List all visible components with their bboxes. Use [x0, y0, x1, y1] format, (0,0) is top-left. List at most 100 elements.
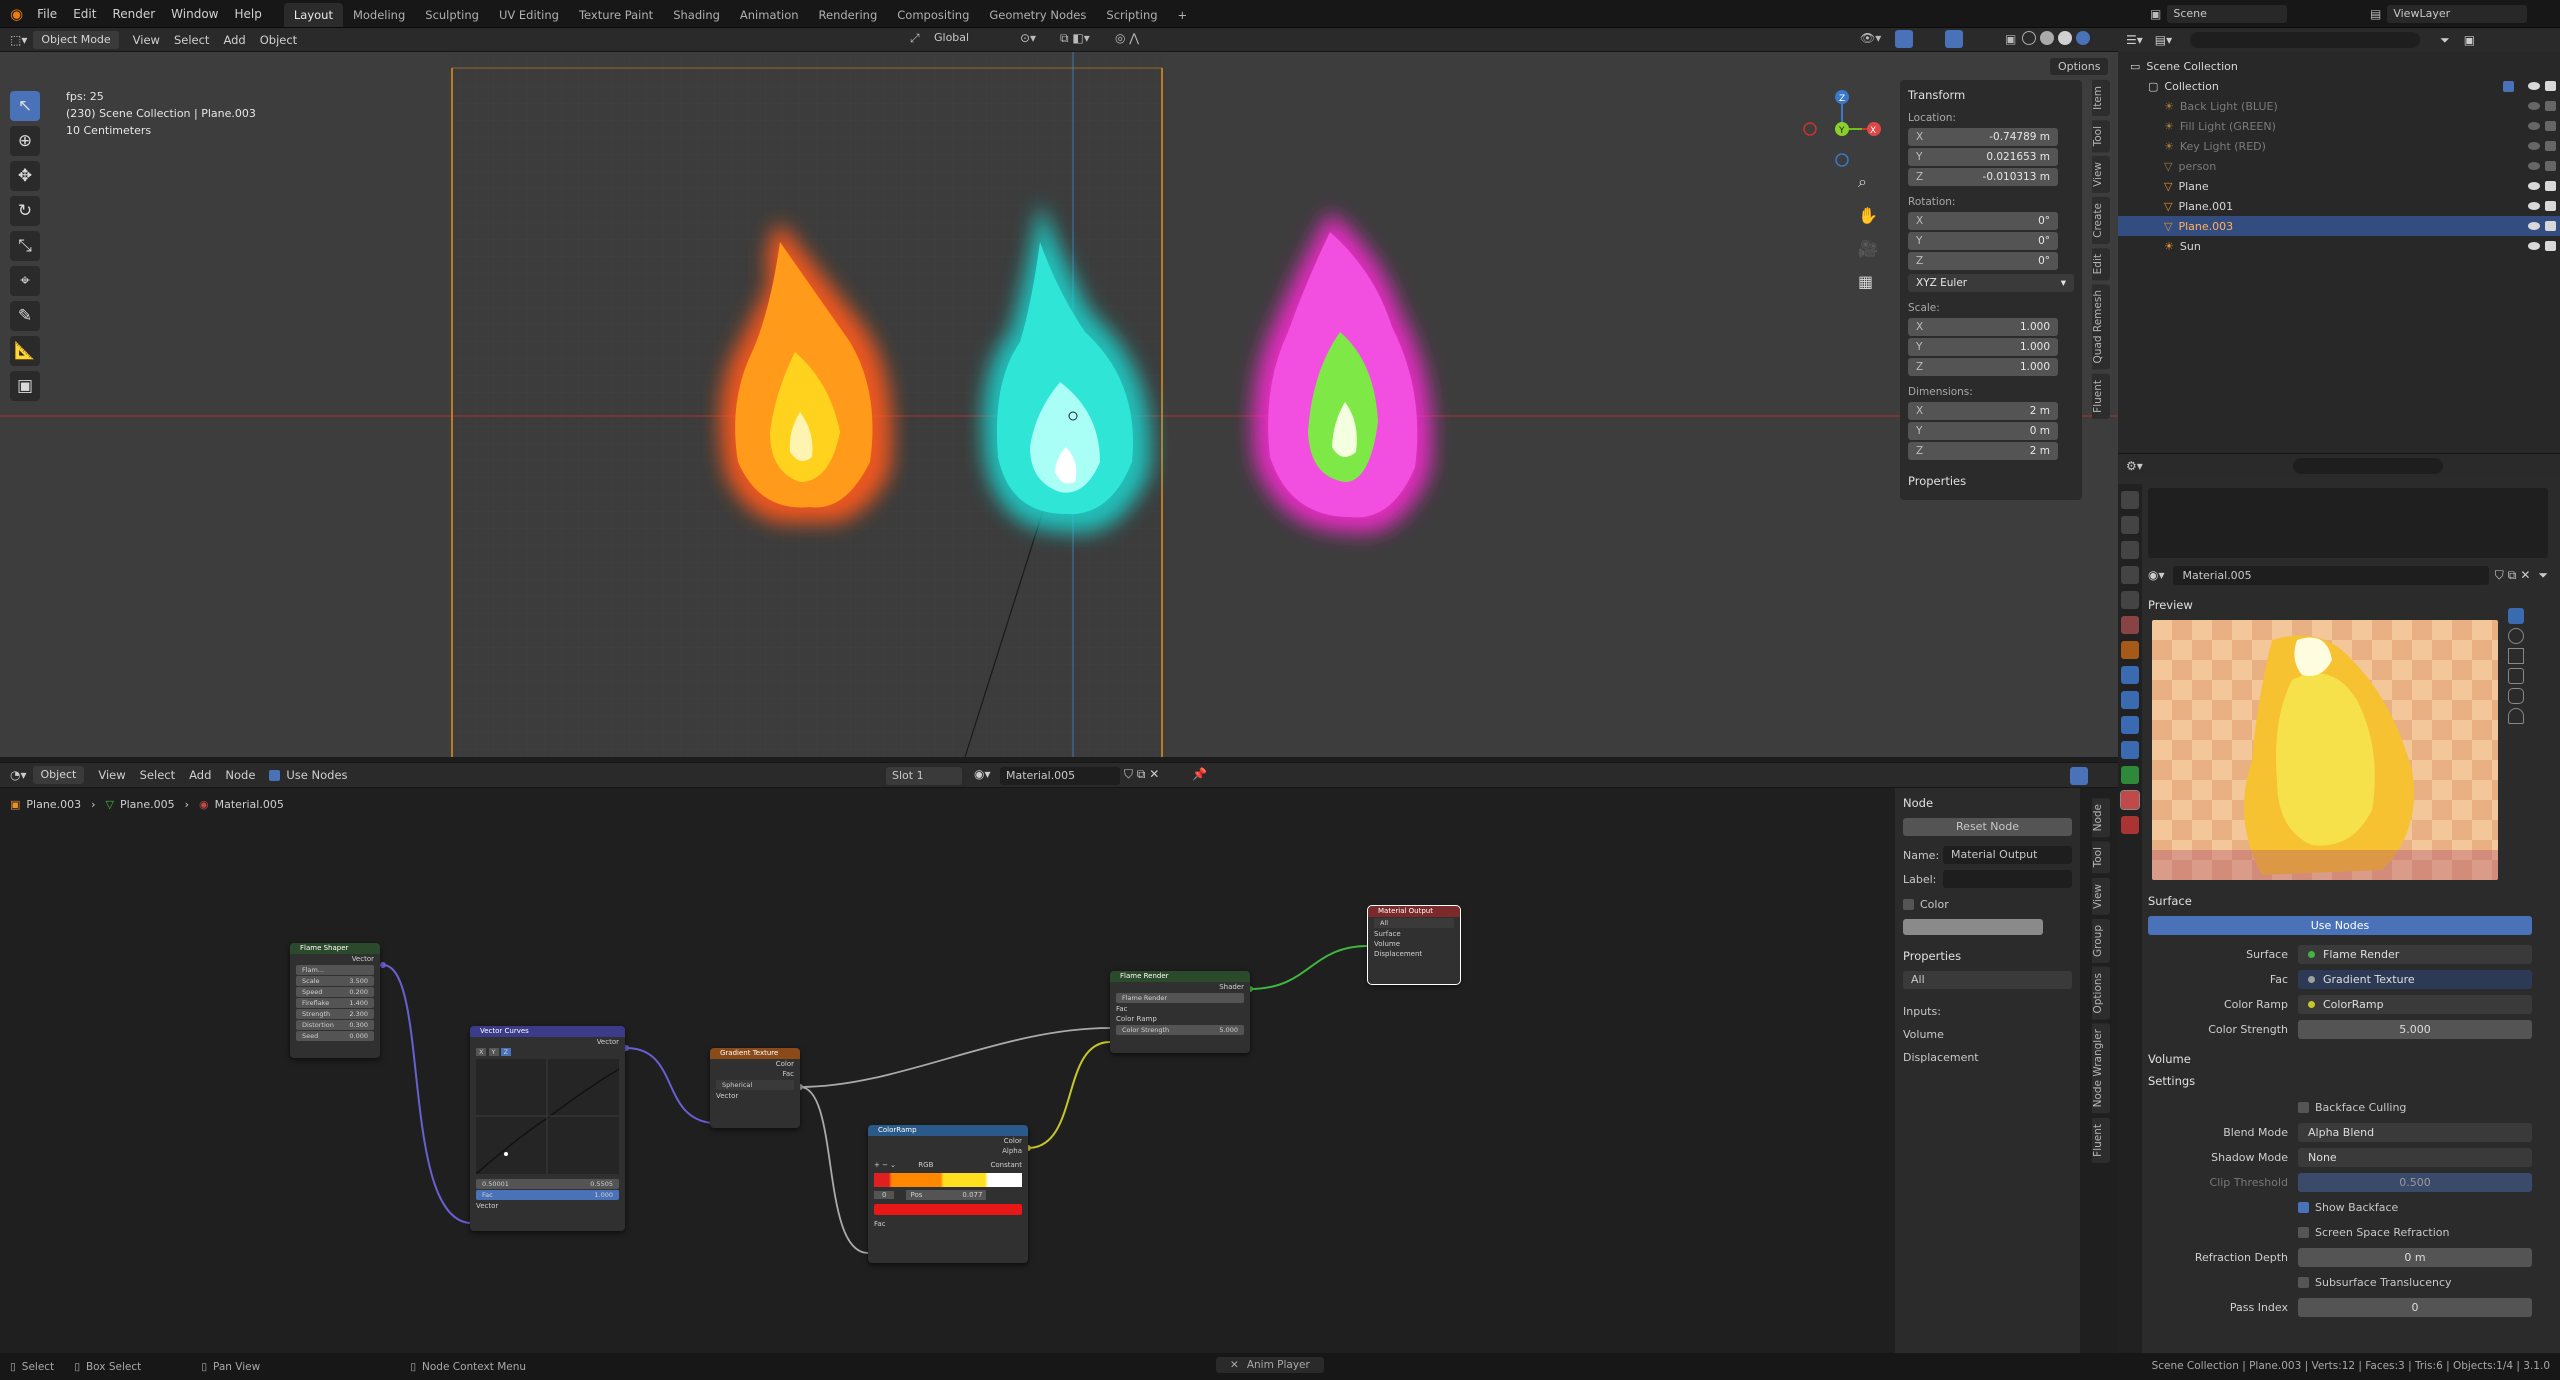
preview-cube-icon[interactable] [2508, 648, 2524, 664]
shadow-mode-dropdown[interactable]: None [2298, 1147, 2532, 1167]
object-props-icon[interactable] [2121, 641, 2139, 659]
scale-y[interactable]: Y 1.000 [1908, 338, 2058, 356]
transform-tool-icon[interactable]: ⌖ [10, 266, 40, 296]
flame-render-group-selector[interactable]: Flame Render [1116, 993, 1244, 1003]
shader-type-dropdown[interactable]: Object [32, 766, 85, 784]
node-tab-node-wrangler[interactable]: Node Wrangler [2092, 1023, 2110, 1114]
node-material-field[interactable]: Material.005 [1000, 767, 1120, 785]
blender-logo-icon[interactable]: ◉ [10, 5, 23, 23]
color-ramp-bar[interactable] [874, 1173, 1022, 1187]
rotation-x[interactable]: X 0° [1908, 212, 2058, 230]
node-tab-tool[interactable]: Tool [2092, 841, 2110, 874]
ssr-checkbox[interactable]: Screen Space Refraction [2298, 1226, 2450, 1239]
object-mode-dropdown[interactable]: Object Mode [33, 30, 119, 49]
menu-help[interactable]: Help [227, 0, 270, 28]
node-flame-shaper[interactable]: Flame Shaper Vector Flam... Scale 3.500 S… [290, 943, 380, 1058]
scale-z[interactable]: Z 1.000 [1908, 358, 2058, 376]
tab-geometry-nodes[interactable]: Geometry Nodes [979, 3, 1096, 27]
dimensions-y[interactable]: Y0 m [1908, 422, 2058, 440]
socket-vector-out[interactable]: Vector [470, 1037, 625, 1047]
node-panel-title[interactable]: Node [1903, 796, 2072, 810]
side-tab-quad-remesh[interactable]: Quad Remesh [2092, 284, 2110, 370]
socket-displacement-in[interactable]: Displacement [1368, 949, 1460, 959]
outliner-item-sun[interactable]: ☀ Sun [2118, 236, 2560, 256]
pivot-icon[interactable]: ⊙▾ [1020, 31, 1036, 45]
outliner-item-collection[interactable]: ▢ Collection [2118, 76, 2560, 96]
socket-vector-out[interactable]: Vector [290, 954, 380, 964]
camera-view-icon[interactable]: 🎥 [1858, 239, 1878, 258]
node-properties-title[interactable]: Properties [1903, 949, 2072, 963]
properties-editor-icon[interactable]: ⚙▾ [2126, 459, 2143, 473]
color-strength-slot[interactable]: Color Strength 5.000 [1116, 1025, 1244, 1035]
node-vector-curves[interactable]: Vector Curves Vector X Y Z 0.50001 0.5505… [470, 1026, 625, 1231]
tab-uv-editing[interactable]: UV Editing [489, 3, 569, 27]
node-editor-type-icon[interactable]: ◔▾ [10, 768, 27, 782]
node-editor[interactable]: ▣ Plane.003 › ▽ Plane.005 › ◉ Material.0… [0, 788, 2118, 1353]
outliner-item-plane[interactable]: ▽ Plane [2118, 176, 2560, 196]
color-ramp-link-field[interactable]: ColorRamp [2298, 994, 2532, 1014]
node-overlay-icon[interactable] [2070, 767, 2088, 785]
socket-alpha-out[interactable]: Alpha [868, 1146, 1028, 1156]
link-filter-icon[interactable]: ⏷ [2538, 568, 2548, 583]
select-tool-icon[interactable]: ↖ [10, 91, 40, 121]
tab-compositing[interactable]: Compositing [887, 3, 979, 27]
blend-mode-dropdown[interactable]: Alpha Blend [2298, 1122, 2532, 1142]
scene-name[interactable]: Scene [2167, 5, 2288, 23]
properties-search-input[interactable] [2292, 458, 2443, 474]
new-collection-icon[interactable]: ▣ [2464, 33, 2475, 47]
gradient-type-dropdown[interactable]: Spherical [716, 1080, 794, 1090]
anim-player-job[interactable]: ✕ Anim Player [1216, 1357, 1324, 1373]
socket-shader-out[interactable]: Shader [1110, 982, 1250, 992]
tab-scripting[interactable]: Scripting [1096, 3, 1167, 27]
location-y[interactable]: Y 0.021653 m [1908, 148, 2058, 166]
node-name-field[interactable]: Material Output [1943, 846, 2072, 864]
world-props-icon[interactable] [2121, 616, 2139, 634]
node-tab-view[interactable]: View [2092, 877, 2110, 915]
ortho-grid-icon[interactable]: ▦ [1858, 272, 1878, 291]
dimensions-x[interactable]: X2 m [1908, 402, 2058, 420]
cursor-tool-icon[interactable]: ⊕ [10, 126, 40, 156]
menu-file[interactable]: File [29, 0, 65, 28]
node-header-colorramp[interactable]: ColorRamp [868, 1125, 1028, 1136]
tab-sculpting[interactable]: Sculpting [415, 3, 489, 27]
outliner-item-key-light[interactable]: ☀ Key Light (RED) [2118, 136, 2560, 156]
backface-culling-checkbox[interactable]: Backface Culling [2298, 1101, 2406, 1114]
scale-x[interactable]: X 1.000 [1908, 318, 2058, 336]
snap-icon[interactable]: ⧉ ◧▾ [1060, 31, 1090, 46]
fac-link-field[interactable]: Gradient Texture [2298, 969, 2532, 989]
side-tab-fluent[interactable]: Fluent [2092, 373, 2110, 419]
node-material-actions-icon[interactable]: ⛉ ⧉ ✕ [1124, 767, 1159, 782]
curve-point-values[interactable]: 0.50001 0.5505 [476, 1179, 619, 1189]
param-fireflake[interactable]: Fireflake 1.400 [296, 998, 374, 1008]
clip-threshold-field[interactable]: 0.500 [2298, 1172, 2532, 1192]
refraction-depth-field[interactable]: 0 m [2298, 1247, 2532, 1267]
preview-panel-title[interactable]: Preview [2148, 598, 2548, 612]
options-dropdown[interactable]: Options [2050, 58, 2109, 75]
side-tab-tool[interactable]: Tool [2092, 119, 2110, 153]
outliner-search-input[interactable] [2190, 32, 2421, 48]
rotation-mode-dropdown[interactable]: XYZ Euler ▾ [1908, 274, 2074, 292]
view-layer-selector[interactable]: ▤ ViewLayer [2370, 5, 2528, 23]
view-layer-props-icon[interactable] [2121, 566, 2139, 584]
side-tab-item[interactable]: Item [2092, 80, 2110, 116]
data-props-icon[interactable] [2121, 766, 2139, 784]
color-strength-field[interactable]: 5.000 [2298, 1019, 2532, 1039]
curve-graph[interactable] [475, 1059, 620, 1175]
node-target-dropdown[interactable]: All [1903, 971, 2072, 989]
particles-props-icon[interactable] [2121, 691, 2139, 709]
socket-vector-in[interactable]: Vector [710, 1091, 800, 1101]
node-header-vector-curves[interactable]: Vector Curves [470, 1026, 625, 1037]
display-mode-icon[interactable]: ▤▾ [2155, 33, 2172, 47]
render-props-icon[interactable] [2121, 516, 2139, 534]
node-menu-node[interactable]: Node [225, 768, 255, 782]
fake-user-icon[interactable]: ⛉ [2495, 568, 2504, 583]
preview-world-icon[interactable] [2508, 708, 2524, 724]
menu-edit[interactable]: Edit [65, 0, 104, 28]
material-sphere-icon[interactable]: ◉▾ [2148, 568, 2165, 582]
pin-icon[interactable]: 📌 [1192, 767, 1207, 781]
side-tab-edit[interactable]: Edit [2092, 248, 2110, 281]
xray-icon[interactable]: ▣ [2005, 32, 2016, 46]
socket-color-out[interactable]: Color [868, 1136, 1028, 1146]
viewport-menu-view[interactable]: View [133, 33, 160, 47]
socket-fac-out[interactable]: Fac [710, 1069, 800, 1079]
